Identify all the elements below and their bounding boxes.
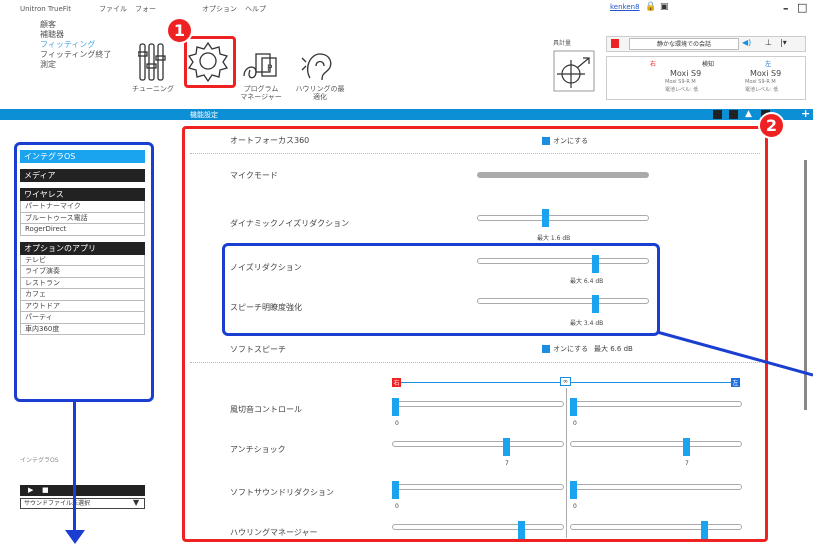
device-left-battery: 電池レベル: 低 [745,87,779,93]
menu-file[interactable]: ファイル [99,4,127,14]
environment-select[interactable]: 静かな環境での会話 [629,38,739,50]
gauge-icon[interactable] [553,50,595,92]
howling-label-2: 適化 [313,93,327,101]
sound-file-select[interactable]: サウンドファイル未選択 [20,498,145,509]
menu-bar: Unitron TrueFit ファイル フォー オプション ヘルプ [0,0,813,18]
callout-badge-2: 2 [758,112,785,139]
callout-box-sidebar [14,142,154,402]
pin-icon[interactable]: ⊥ [765,38,772,47]
program-manager-label: プログラム マネージャー [236,85,286,101]
sound-file-dropdown-icon[interactable]: ▼ [133,498,139,507]
nav-measure[interactable]: 測定 [40,60,115,70]
program-manager-label-2: マネージャー [240,93,282,101]
svg-text:P: P [267,64,273,74]
nav-customer[interactable]: 顧客 [40,20,115,30]
sidebar-footer-label: インテグラOS [20,457,59,464]
menu-form[interactable]: フォー [135,4,156,14]
dropdown-icon[interactable]: |▾ [780,38,787,47]
down-arrow-head-icon [65,530,85,544]
speaker-icon[interactable]: ◀) [742,38,751,47]
device-detect: 検知 [702,61,715,68]
left-nav: 顧客 補聴器 フィッティング フィッティング終了 測定 [40,20,115,70]
lock-icon[interactable]: 🔒 [645,2,656,12]
howling-label: ハウリングの最 適化 [293,85,347,101]
nav-fitting-end[interactable]: フィッティング終了 [40,50,115,60]
nav-fitting[interactable]: フィッティング [40,40,115,50]
device-left-tag: 左 [765,61,772,68]
play-icon[interactable]: ▶ [28,486,33,494]
feature-title: 機能設定 [190,111,218,119]
feedback-ear-icon[interactable] [300,48,340,84]
menu-help[interactable]: ヘルプ [245,4,266,14]
warning-icon[interactable]: ▲ [745,109,752,119]
nav-hearing-aid[interactable]: 補聴器 [40,30,115,40]
minimize-icon[interactable]: – [783,2,789,15]
device-left-name: Moxi S9 [750,69,782,78]
callout-badge-1: 1 [166,17,193,44]
view-icon-2[interactable] [729,110,738,119]
program-manager-icon[interactable]: P [242,50,278,84]
add-icon[interactable]: + [801,107,810,120]
device-left-model: Moxi S9-R M [745,79,776,85]
save-icon[interactable]: ▣ [660,2,669,12]
tuning-label: チューニング [132,85,174,93]
player-controls: ▶ ■ [20,485,145,496]
maximize-icon[interactable]: □ [797,1,807,14]
user-link[interactable]: kenken8 [610,3,640,11]
device-right-name: Moxi S9 [670,69,702,78]
callout-box-1 [184,36,236,88]
device-right-model: Moxi S9-R M [665,79,696,85]
view-icon-1[interactable] [713,110,722,119]
device-right-tag: 右 [650,61,657,68]
menu-options[interactable]: オプション [202,4,237,14]
tuning-icon[interactable] [138,42,166,82]
down-arrow-shaft [73,402,76,535]
device-right-battery: 電池レベル: 低 [665,87,699,93]
pointer-line [656,330,813,377]
gauge-label: 具計量 [553,40,572,47]
feature-title-bar: 機能設定 ▲ + [0,107,813,120]
prev-icon[interactable] [611,39,619,48]
stop-icon[interactable]: ■ [42,486,49,494]
howling-label-1: ハウリングの最 [295,85,345,93]
program-manager-label-1: プログラム [243,85,279,93]
app-brand: Unitron TrueFit [20,5,71,13]
